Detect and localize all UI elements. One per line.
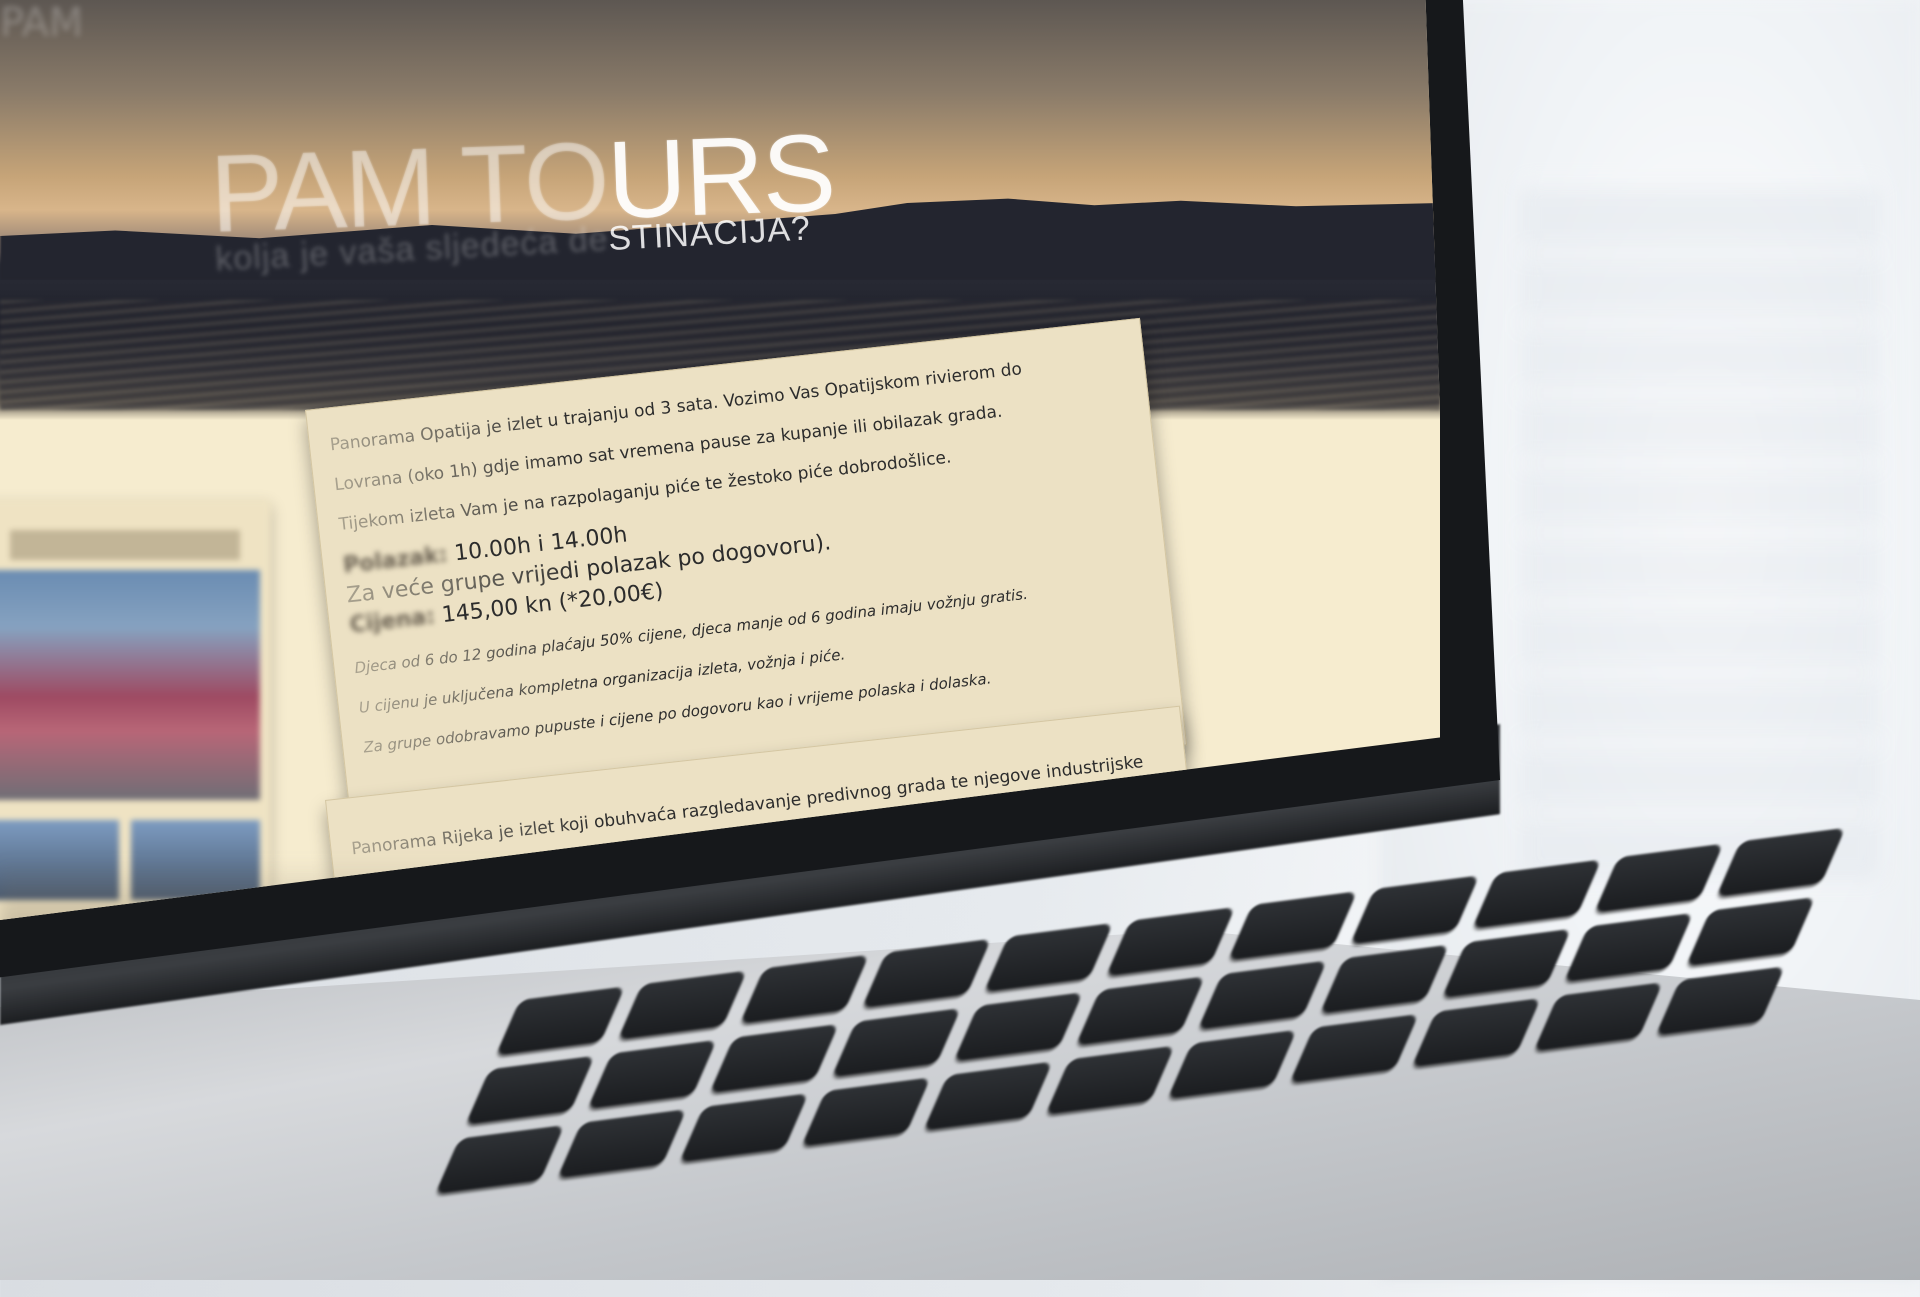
keyboard-key bbox=[1106, 907, 1236, 977]
keyboard-key bbox=[1045, 1045, 1175, 1115]
keyboard-key bbox=[679, 1093, 809, 1163]
background-window bbox=[1520, 180, 1880, 880]
keyboard-key bbox=[1350, 875, 1480, 945]
keyboard-key bbox=[1228, 891, 1358, 961]
keyboard-key bbox=[1563, 912, 1694, 982]
keyboard-key bbox=[557, 1109, 687, 1179]
sidebar-title bbox=[10, 530, 240, 560]
keyboard-key bbox=[1441, 928, 1572, 998]
keyboard-key bbox=[861, 938, 992, 1008]
sidebar-gallery bbox=[0, 500, 270, 920]
gallery-main-photo[interactable] bbox=[0, 570, 260, 800]
keyboard-key bbox=[801, 1077, 931, 1147]
keyboard-key bbox=[1197, 960, 1327, 1030]
keyboard-key bbox=[1319, 944, 1449, 1014]
keyboard-key bbox=[587, 1039, 717, 1109]
keyboard-key bbox=[1533, 982, 1663, 1052]
keyboard-key bbox=[1289, 1013, 1419, 1084]
keyboard-key bbox=[1167, 1029, 1297, 1099]
keyboard-key bbox=[1411, 998, 1541, 1068]
keyboard-key bbox=[953, 992, 1083, 1062]
keyboard-key bbox=[923, 1061, 1053, 1131]
keyboard-key bbox=[1075, 976, 1205, 1046]
keyboard-key bbox=[709, 1023, 839, 1094]
keyboard-key bbox=[1686, 897, 1816, 967]
keyboard-key bbox=[831, 1008, 961, 1078]
keyboard-key bbox=[1655, 966, 1785, 1036]
corner-logo[interactable]: PAM bbox=[0, 0, 90, 60]
hero-banner: PAM PAM TOURS kolja je vaša sljedeća deS… bbox=[0, 0, 1440, 420]
price-label: Cijena: bbox=[348, 604, 437, 639]
keyboard-key bbox=[983, 922, 1114, 992]
